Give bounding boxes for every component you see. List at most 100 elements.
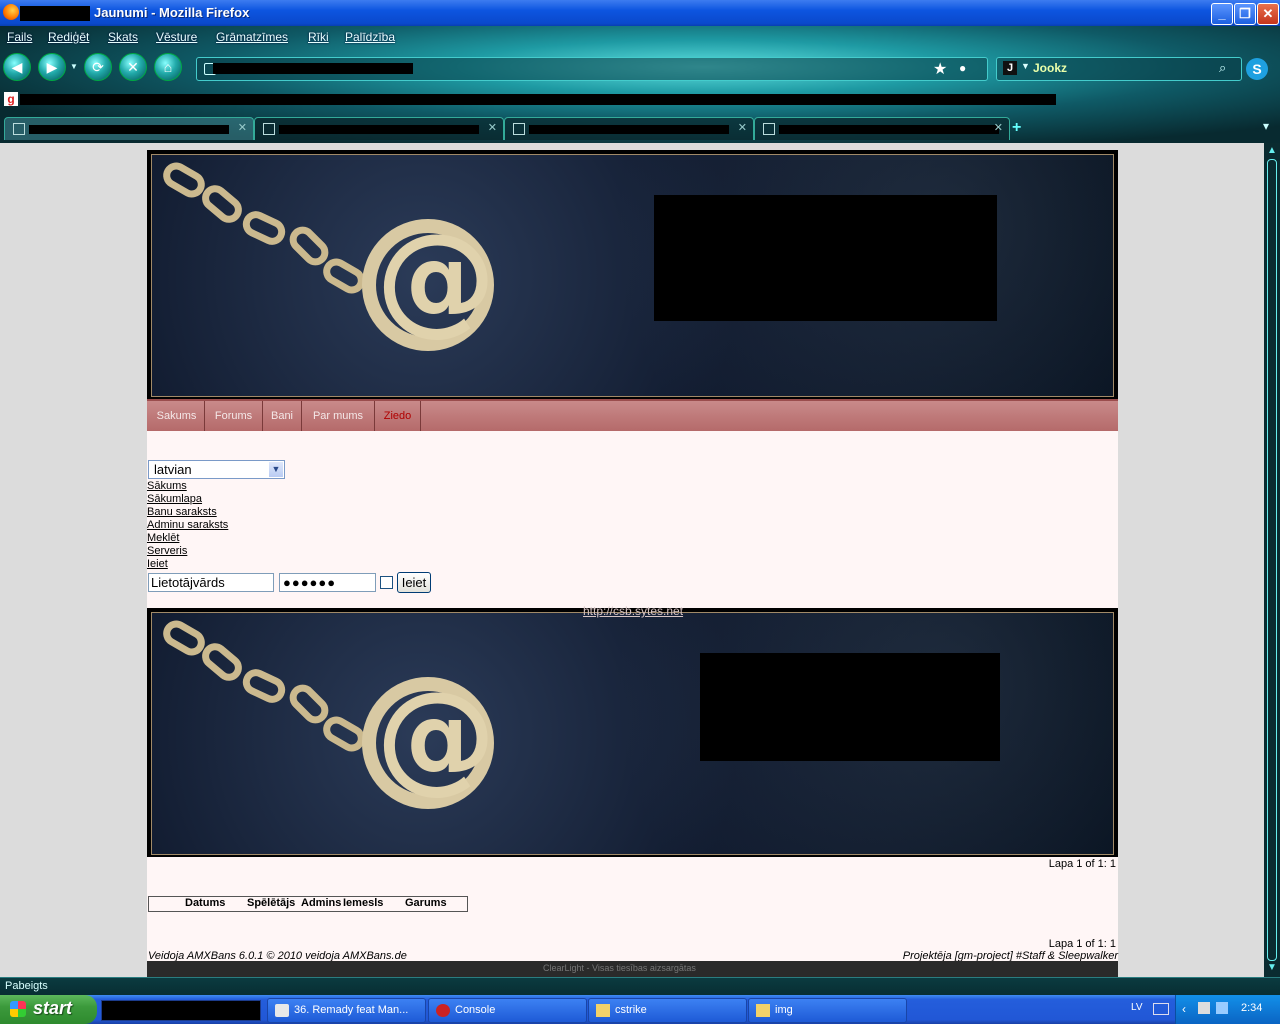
go-icon[interactable]: ● [959,61,966,75]
link-server[interactable]: Serveris [147,545,187,557]
tray-expand-icon[interactable]: ‹ [1182,1002,1194,1016]
menu-bookmarks[interactable]: Grāmatzīmes [216,30,288,44]
tab[interactable]: ✕ [504,117,754,140]
close-tab-icon[interactable]: ✕ [738,121,747,134]
maximize-button[interactable]: ❐ [1234,3,1256,25]
link-ban-list[interactable]: Banu saraksts [147,506,217,518]
back-button[interactable]: ◀ [3,53,31,81]
redacted-tab-title [29,125,229,134]
nav-forums[interactable]: Forums [205,401,263,431]
link-login[interactable]: Ieiet [147,558,168,570]
link-admin-list[interactable]: Adminu saraksts [147,519,228,531]
status-text: Pabeigts [5,980,48,992]
close-tab-icon[interactable]: ✕ [994,121,1003,134]
menu-view[interactable]: Skats [108,30,138,44]
firefox-icon [3,4,19,20]
menu-history[interactable]: Vēsture [156,30,197,44]
redacted-tab-title [279,125,479,134]
at-sign-logo: @ [362,677,496,809]
scroll-up-icon[interactable]: ▲ [1265,144,1279,158]
col-length[interactable]: Garums [405,897,447,909]
password-field[interactable]: ●●●●●● [279,573,376,592]
language-select[interactable]: latvian ▼ [148,460,285,479]
forward-button[interactable]: ▶ [38,53,66,81]
skype-icon[interactable]: S [1246,58,1268,80]
username-field[interactable]: Lietotājvārds [148,573,274,592]
close-tab-icon[interactable]: ✕ [238,121,247,134]
search-bar[interactable]: J ▼ Jookz ⌕ [996,57,1242,81]
ban-table-header: Datums Spēlētājs Admins Iemesls Garums [148,896,468,912]
home-button[interactable]: ⌂ [154,53,182,81]
nav-home[interactable]: Sakums [149,401,205,431]
menu-edit[interactable]: Rediģēt [48,30,89,44]
login-button[interactable]: Ieiet [397,572,431,593]
site-nav: Sakums Forums Bani Par mums Ziedo [147,399,1118,431]
nav-bans[interactable]: Bani [263,401,302,431]
bookmark-star-icon[interactable]: ★ [933,59,947,79]
close-tab-icon[interactable]: ✕ [488,121,497,134]
taskbar-item-console[interactable]: Console [428,998,587,1023]
chain-link [238,664,290,708]
secondary-banner: @ [147,608,1118,857]
reload-button[interactable]: ⟳ [84,53,112,81]
menu-file[interactable]: Fails [7,30,32,44]
hfs-icon[interactable] [1198,1002,1210,1014]
link-home[interactable]: Sākums [147,480,187,492]
col-date[interactable]: Datums [185,897,225,909]
tab[interactable]: ✕ [254,117,504,140]
pagination-bottom: Lapa 1 of 1: 1 [1048,938,1116,950]
system-tray: ‹ 2:34 [1175,995,1280,1024]
nav-donate[interactable]: Ziedo [375,401,421,431]
browser-chrome: Fails Rediģēt Skats Vēsture Grāmatzīmes … [0,26,1280,143]
stop-button[interactable]: ✕ [119,53,147,81]
tray-app-icon[interactable] [1216,1002,1228,1014]
google-icon[interactable]: g [4,92,18,106]
home-icon: ⌂ [163,59,173,75]
tab-active[interactable]: ✕ [4,117,254,140]
link-search[interactable]: Meklēt [147,532,179,544]
language-indicator[interactable]: LV [1131,1002,1143,1013]
status-bar: Pabeigts [0,977,1280,996]
start-button[interactable]: start [0,995,97,1024]
scroll-down-icon[interactable]: ▼ [1265,961,1279,975]
scroll-thumb[interactable] [1267,159,1277,961]
tab-list-dropdown-icon[interactable]: ▾ [1256,119,1276,137]
minimize-button[interactable]: _ [1211,3,1233,25]
stop-icon: ✕ [127,59,139,75]
keyboard-icon[interactable] [1153,1003,1169,1015]
taskbar-item-media-player[interactable]: 36. Remady feat Man... [267,998,426,1023]
search-icon[interactable]: ⌕ [1219,60,1226,76]
taskbar-item-folder-cstrike[interactable]: cstrike [588,998,747,1023]
footer-bar-text: ClearLight - Visas tiesības aizsargātas [543,963,696,973]
search-engine-icon[interactable]: J [1003,61,1017,75]
taskbar-item-folder-img[interactable]: img [748,998,907,1023]
bookmarks-toolbar: g [0,91,1280,109]
engine-dropdown-icon[interactable]: ▼ [1021,61,1030,71]
col-admin[interactable]: Admins [301,897,341,909]
vertical-scrollbar[interactable]: ▲ ▼ [1264,143,1280,977]
site-url-link[interactable]: http://csb.sytes.net [583,604,683,618]
clock[interactable]: 2:34 [1241,1002,1262,1014]
tab[interactable]: ✕ [754,117,1010,140]
folder-icon [756,1004,770,1017]
new-tab-button[interactable]: + [1012,119,1021,137]
banner-image: @ [151,612,1114,855]
address-bar[interactable]: ★ ● [196,57,988,81]
search-engine-name[interactable]: Jookz [1033,61,1067,75]
remember-me-checkbox[interactable] [380,576,393,589]
redacted-banner-text [700,653,1000,761]
chevron-down-icon[interactable]: ▼ [269,462,283,477]
tab-bar: ✕ ✕ ✕ ✕ + ▾ [0,115,1280,141]
redacted-banner-text [654,195,997,321]
folder-icon [596,1004,610,1017]
menu-tools[interactable]: Rīki [308,30,329,44]
history-dropdown-icon[interactable]: ▼ [70,62,78,71]
link-homepage[interactable]: Sākumlapa [147,493,202,505]
close-button[interactable]: ✕ [1257,3,1279,25]
media-player-icon [275,1004,289,1017]
nav-about[interactable]: Par mums [302,401,375,431]
col-reason[interactable]: Iemesls [343,897,383,909]
col-player[interactable]: Spēlētājs [247,897,295,909]
menu-help[interactable]: Palīdzība [345,30,395,44]
page-viewport: @ Sakums Forums Bani Par mums Ziedo latv… [0,143,1264,977]
